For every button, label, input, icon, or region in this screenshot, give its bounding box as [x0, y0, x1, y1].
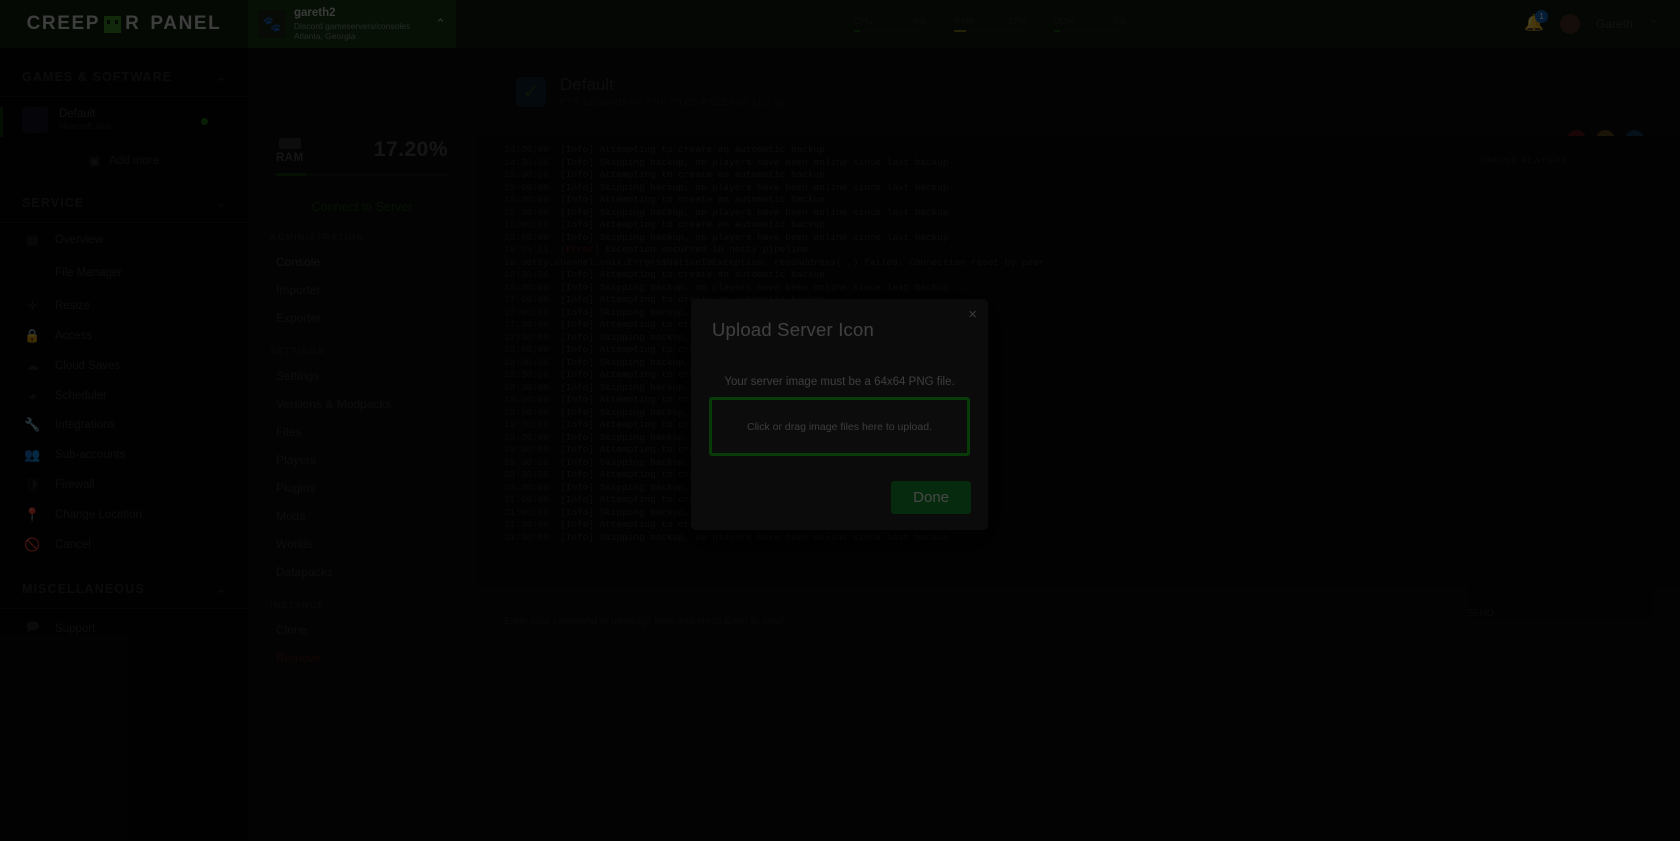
modal-overlay[interactable]	[0, 0, 1680, 841]
app-root: CREEP R PANEL 🐾 gareth2 Discord gameserv…	[0, 0, 1680, 841]
